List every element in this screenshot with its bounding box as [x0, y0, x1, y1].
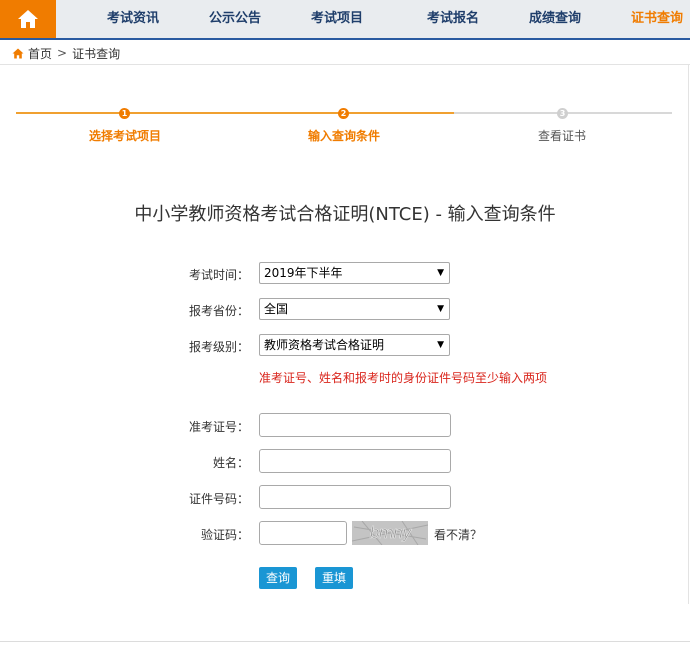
- captcha-noise: bmny: [351, 520, 429, 546]
- top-nav: 考试资讯 公示公告 考试项目 考试报名 成绩查询 证书查询: [0, 0, 690, 38]
- admission-no-input[interactable]: [259, 413, 451, 437]
- step-2-dot: 2: [338, 108, 349, 119]
- exam-time-value: 2019年下半年: [264, 266, 343, 280]
- step-2-label: 输入查询条件: [307, 129, 381, 143]
- nav-item-exam-news[interactable]: 考试资讯: [107, 0, 159, 38]
- name-label: 姓名：: [212, 456, 249, 470]
- content-frame-right: [688, 64, 689, 604]
- captcha-refresh-link[interactable]: 看不清？: [434, 526, 482, 543]
- nav-item-registration[interactable]: 考试报名: [427, 0, 479, 38]
- province-value: 全国: [264, 302, 289, 316]
- level-value: 教师资格考试合格证明: [264, 338, 385, 352]
- content-frame-bottom: [0, 641, 690, 642]
- reset-button[interactable]: 重填: [315, 567, 354, 589]
- breadcrumb-current: 证书查询: [72, 46, 121, 61]
- id-no-label: 证件号码：: [188, 492, 249, 506]
- nav-item-exam-projects[interactable]: 考试项目: [311, 0, 363, 38]
- exam-time-label: 考试时间：: [188, 268, 249, 282]
- id-no-input[interactable]: [259, 485, 451, 509]
- captcha-input[interactable]: [259, 521, 347, 545]
- name-input[interactable]: [259, 449, 451, 473]
- dropdown-arrow-icon: ▼: [437, 340, 444, 350]
- dropdown-arrow-icon: ▼: [437, 268, 444, 278]
- captcha-text: bmny: [369, 523, 412, 542]
- dropdown-arrow-icon: ▼: [437, 304, 444, 314]
- content-frame-top: [0, 64, 690, 65]
- home-icon: [18, 10, 38, 28]
- captcha-image[interactable]: bmny: [351, 520, 429, 546]
- step-line-done: [16, 112, 454, 114]
- query-button[interactable]: 查询: [259, 567, 298, 589]
- page-title: 中小学教师资格考试合格证明(NTCE) - 输入查询条件: [134, 204, 556, 225]
- nav-item-score-query[interactable]: 成绩查询: [529, 0, 581, 38]
- step-1-label: 选择考试项目: [88, 129, 162, 143]
- home-icon: [12, 48, 24, 58]
- step-3-label: 查看证书: [537, 129, 587, 143]
- step-1-dot: 1: [119, 108, 130, 119]
- province-label: 报考省份：: [188, 304, 249, 318]
- input-requirement-notice: 准考证号、姓名和报考时的身份证件号码至少输入两项: [259, 371, 548, 385]
- province-select[interactable]: 全国 ▼: [259, 298, 450, 320]
- captcha-label: 验证码：: [200, 528, 249, 542]
- nav-item-certificate-query[interactable]: 证书查询: [631, 0, 683, 38]
- breadcrumb: 首页 > 证书查询: [12, 45, 120, 61]
- level-label: 报考级别：: [188, 340, 249, 354]
- breadcrumb-home-link[interactable]: 首页: [28, 45, 52, 62]
- step-3-dot: 3: [557, 108, 568, 119]
- nav-divider: [0, 38, 690, 40]
- exam-time-select[interactable]: 2019年下半年 ▼: [259, 262, 450, 284]
- level-select[interactable]: 教师资格考试合格证明 ▼: [259, 334, 450, 356]
- breadcrumb-separator: >: [57, 46, 68, 60]
- nav-item-announcements[interactable]: 公示公告: [209, 0, 261, 38]
- admission-no-label: 准考证号：: [188, 420, 249, 434]
- home-button[interactable]: [0, 0, 56, 38]
